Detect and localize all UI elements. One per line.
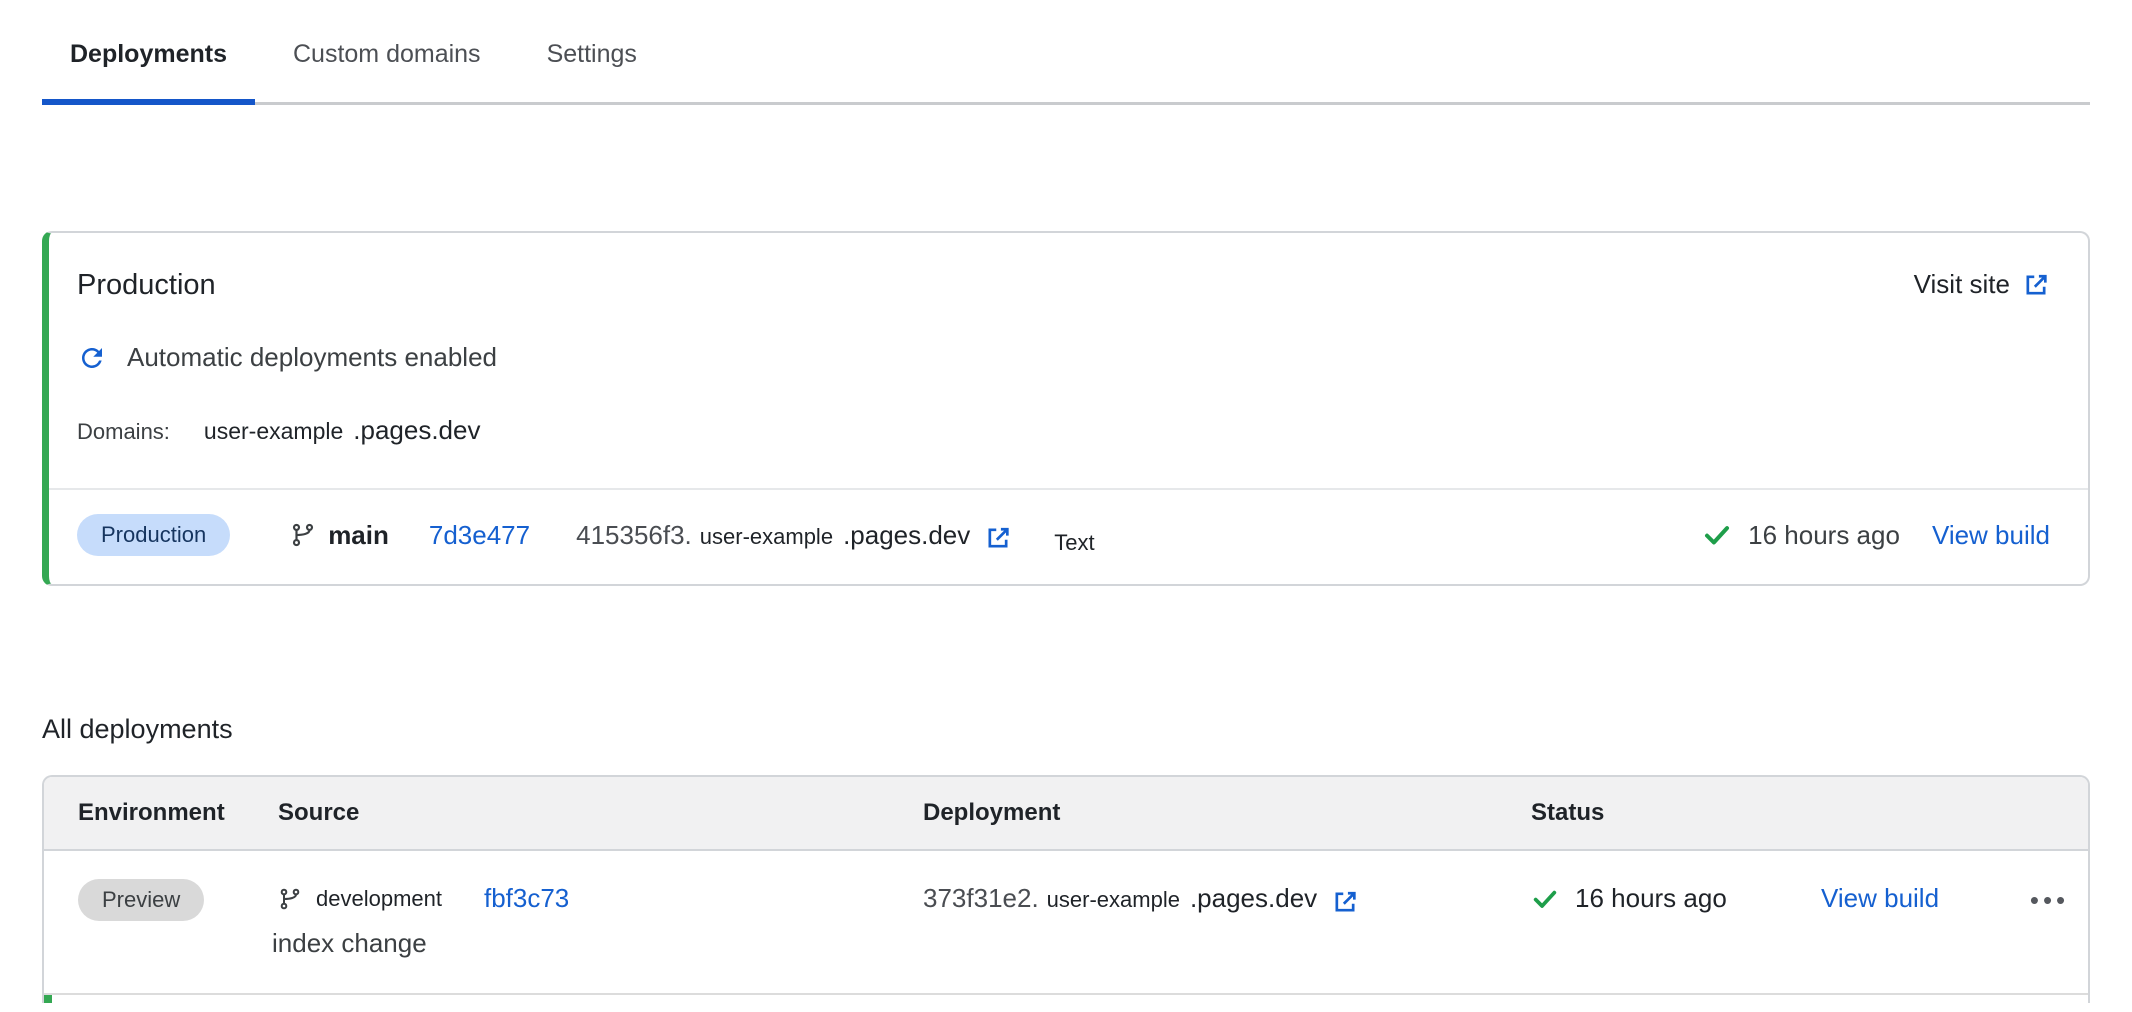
view-build-link[interactable]: View build [1821,883,1939,913]
tab-settings[interactable]: Settings [519,40,665,105]
column-source: Source [278,799,923,827]
environment-badge: Production [77,514,230,556]
external-link-icon [2022,271,2050,299]
column-status: Status [1531,799,1821,827]
deployments-table: Environment Source Deployment Status Pre… [42,775,2090,1003]
deployment-suffix: .pages.dev [843,520,970,551]
git-branch-icon [278,887,302,911]
refresh-icon [77,343,107,373]
view-build-link[interactable]: View build [1932,520,2050,551]
domains-label: Domains: [77,419,170,445]
deployment-url[interactable]: 415356f3. user-example .pages.dev [576,520,1012,551]
environment-badge: Preview [78,879,204,921]
table-row: Preview development fbf3c73 index change… [44,851,2088,993]
domain-name: user-example [204,418,343,445]
deployment-name: user-example [700,524,833,550]
deployment-status: 16 hours ago [1531,883,1821,914]
column-deployment: Deployment [923,799,1531,827]
visit-site-link[interactable]: Visit site [1914,269,2050,300]
external-link-icon[interactable] [1331,888,1359,916]
production-card: Production Visit site Automatic deployme… [42,231,2090,586]
git-branch-icon [290,522,316,548]
auto-deployments-status: Automatic deployments enabled [77,342,2088,373]
production-deployment-row: Production main 7d3e477 415356f3. user-e… [49,488,2088,584]
deployment-time: 16 hours ago [1748,520,1900,551]
deployment-prefix: 373f31e2. [923,883,1039,914]
branch-name: development [316,886,442,912]
deployment-name: user-example [1047,887,1180,913]
production-card-title: Production [77,269,216,302]
deployment-status: 16 hours ago [1702,520,1900,551]
production-accent-bar [44,995,52,1003]
commit-link[interactable]: 7d3e477 [429,520,530,551]
tab-bar: Deployments Custom domains Settings [42,0,2090,105]
commit-message: index change [272,928,923,959]
row-note: Text [1054,530,1094,556]
external-link-icon[interactable] [984,524,1012,552]
check-icon [1702,520,1732,550]
domain-suffix: .pages.dev [353,415,480,446]
tab-deployments[interactable]: Deployments [42,40,255,105]
table-header-row: Environment Source Deployment Status [44,777,2088,851]
visit-site-label: Visit site [1914,269,2010,300]
branch-group: main [290,520,389,551]
column-environment: Environment [78,799,278,827]
deployment-time: 16 hours ago [1575,883,1727,914]
domains-row: Domains: user-example .pages.dev [77,415,2088,446]
deployment-url[interactable]: 373f31e2. user-example .pages.dev [923,883,1531,914]
check-icon [1531,885,1559,913]
deployment-suffix: .pages.dev [1190,883,1317,914]
commit-link[interactable]: fbf3c73 [484,883,569,914]
overflow-menu-icon[interactable]: ••• [2011,885,2088,916]
next-row-top-edge [44,993,2088,1003]
branch-name: main [328,520,389,551]
tab-custom-domains[interactable]: Custom domains [265,40,509,105]
all-deployments-heading: All deployments [42,714,2132,745]
auto-deployments-text: Automatic deployments enabled [127,342,497,373]
deployment-prefix: 415356f3. [576,520,692,551]
